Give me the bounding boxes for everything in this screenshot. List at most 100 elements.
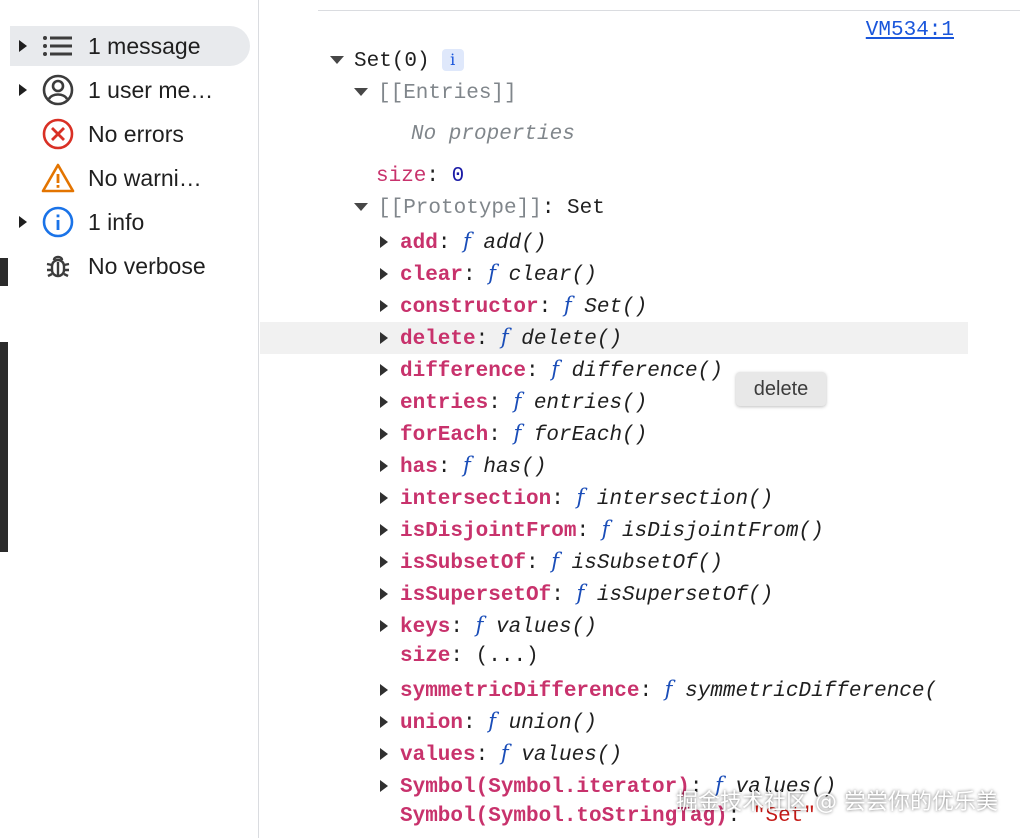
sidebar-item-user-messages[interactable]: 1 user me… bbox=[10, 70, 250, 110]
expand-arrow-icon[interactable] bbox=[380, 236, 388, 249]
edge-strip bbox=[0, 342, 8, 552]
function-symbol: f bbox=[500, 325, 509, 349]
function-name: add() bbox=[483, 232, 547, 255]
expand-arrow-icon[interactable] bbox=[10, 40, 36, 52]
watermark: 掘金技术社区 @ 尝尝你的优乐美 bbox=[676, 790, 998, 815]
function-name: isSubsetOf() bbox=[571, 552, 723, 575]
property-key: add bbox=[400, 232, 438, 255]
function-name: union() bbox=[508, 712, 597, 735]
property-key: union bbox=[400, 712, 464, 735]
expand-arrow-icon[interactable] bbox=[380, 780, 388, 793]
method-row: size: (...) bbox=[400, 645, 539, 668]
getter-value[interactable]: (...) bbox=[476, 645, 539, 668]
function-symbol: f bbox=[500, 741, 509, 765]
function-symbol: f bbox=[563, 293, 572, 317]
function-name: Set() bbox=[584, 296, 648, 319]
function-symbol: f bbox=[475, 613, 484, 637]
expand-arrow-icon[interactable] bbox=[380, 684, 388, 697]
function-symbol: f bbox=[601, 517, 610, 541]
function-symbol: f bbox=[488, 709, 497, 733]
function-symbol: f bbox=[551, 357, 560, 381]
property-key: isDisjointFrom bbox=[400, 520, 577, 543]
sidebar-item-label: No errors bbox=[88, 120, 184, 147]
console-output: VM534:1 Set(0) i [[Entries]] No propertie… bbox=[260, 0, 1020, 838]
expand-arrow-icon[interactable] bbox=[10, 216, 36, 228]
sidebar-item-messages[interactable]: 1 message bbox=[10, 26, 250, 66]
expand-arrow-icon[interactable] bbox=[380, 268, 388, 281]
console-sidebar: 1 message 1 user me… No errors No warni…… bbox=[8, 0, 259, 838]
sidebar-item-verbose[interactable]: No verbose bbox=[10, 246, 250, 286]
expand-arrow-icon[interactable] bbox=[380, 620, 388, 633]
method-row[interactable]: add: f add() bbox=[380, 227, 546, 255]
function-name: isDisjointFrom() bbox=[622, 520, 824, 543]
sidebar-item-warnings[interactable]: No warni… bbox=[10, 158, 250, 198]
method-row[interactable]: values: f values() bbox=[380, 739, 622, 767]
function-name: delete() bbox=[521, 328, 623, 351]
entries-row[interactable]: [[Entries]] bbox=[354, 80, 517, 108]
property-key: clear bbox=[400, 264, 464, 287]
sidebar-item-errors[interactable]: No errors bbox=[10, 114, 250, 154]
expand-arrow-icon[interactable] bbox=[380, 460, 388, 473]
function-name: intersection() bbox=[596, 488, 774, 511]
function-name: entries() bbox=[533, 392, 648, 415]
property-key: constructor bbox=[400, 296, 539, 319]
expand-arrow-icon[interactable] bbox=[380, 748, 388, 761]
edge-strip bbox=[0, 258, 8, 286]
method-row[interactable]: entries: f entries() bbox=[380, 387, 647, 415]
method-row[interactable]: clear: f clear() bbox=[380, 259, 597, 287]
collapse-arrow-icon[interactable] bbox=[354, 203, 368, 212]
set-header[interactable]: Set(0) i bbox=[330, 48, 464, 76]
method-row[interactable]: has: f has() bbox=[380, 451, 546, 479]
expand-arrow-icon[interactable] bbox=[380, 588, 388, 601]
property-key: intersection bbox=[400, 488, 552, 511]
user-icon bbox=[40, 74, 76, 106]
function-symbol: f bbox=[513, 421, 522, 445]
expand-arrow-icon[interactable] bbox=[380, 716, 388, 729]
method-row[interactable]: delete: f delete() bbox=[380, 323, 622, 351]
sidebar-item-label: 1 message bbox=[88, 32, 201, 59]
expand-arrow-icon[interactable] bbox=[10, 84, 36, 96]
expand-arrow-icon[interactable] bbox=[380, 428, 388, 441]
no-properties-text: No properties bbox=[411, 123, 575, 146]
sidebar-item-label: 1 info bbox=[88, 208, 145, 235]
method-row[interactable]: intersection: f intersection() bbox=[380, 483, 773, 511]
property-key: difference bbox=[400, 360, 527, 383]
collapse-arrow-icon[interactable] bbox=[330, 56, 344, 65]
collapse-arrow-icon[interactable] bbox=[354, 88, 368, 97]
expand-arrow-icon[interactable] bbox=[380, 396, 388, 409]
method-row[interactable]: difference: f difference() bbox=[380, 355, 723, 383]
function-name: forEach() bbox=[533, 424, 648, 447]
expand-arrow-icon[interactable] bbox=[380, 556, 388, 569]
method-row[interactable]: keys: f values() bbox=[380, 611, 597, 639]
property-key: Symbol(Symbol.iterator) bbox=[400, 776, 690, 799]
function-name: values() bbox=[496, 616, 597, 639]
expand-arrow-icon[interactable] bbox=[380, 364, 388, 377]
function-symbol: f bbox=[664, 677, 673, 701]
property-key: symmetricDifference bbox=[400, 680, 640, 703]
function-symbol: f bbox=[513, 389, 522, 413]
expand-arrow-icon[interactable] bbox=[380, 524, 388, 537]
sidebar-item-label: 1 user me… bbox=[88, 76, 214, 103]
property-key: entries bbox=[400, 392, 489, 415]
expand-arrow-icon[interactable] bbox=[380, 300, 388, 313]
sidebar-item-info[interactable]: 1 info bbox=[10, 202, 250, 242]
function-symbol: f bbox=[551, 549, 560, 573]
function-symbol: f bbox=[576, 485, 585, 509]
method-row[interactable]: constructor: f Set() bbox=[380, 291, 647, 319]
info-badge-icon[interactable]: i bbox=[441, 49, 464, 72]
method-row[interactable]: isDisjointFrom: f isDisjointFrom() bbox=[380, 515, 824, 543]
function-symbol: f bbox=[576, 581, 585, 605]
bug-icon bbox=[40, 251, 76, 281]
source-link[interactable]: VM534:1 bbox=[866, 19, 954, 42]
method-row[interactable]: union: f union() bbox=[380, 707, 597, 735]
method-row[interactable]: forEach: f forEach() bbox=[380, 419, 647, 447]
expand-arrow-icon[interactable] bbox=[380, 492, 388, 505]
method-row[interactable]: isSubsetOf: f isSubsetOf() bbox=[380, 547, 723, 575]
method-row[interactable]: isSupersetOf: f isSupersetOf() bbox=[380, 579, 773, 607]
property-key: size bbox=[400, 645, 451, 668]
expand-arrow-icon[interactable] bbox=[380, 332, 388, 345]
function-name: values() bbox=[521, 744, 623, 767]
prototype-row[interactable]: [[Prototype]]: Set bbox=[354, 195, 605, 223]
method-row[interactable]: symmetricDifference: f symmetricDifferen… bbox=[380, 675, 937, 703]
size-row: size: 0 bbox=[376, 165, 465, 188]
